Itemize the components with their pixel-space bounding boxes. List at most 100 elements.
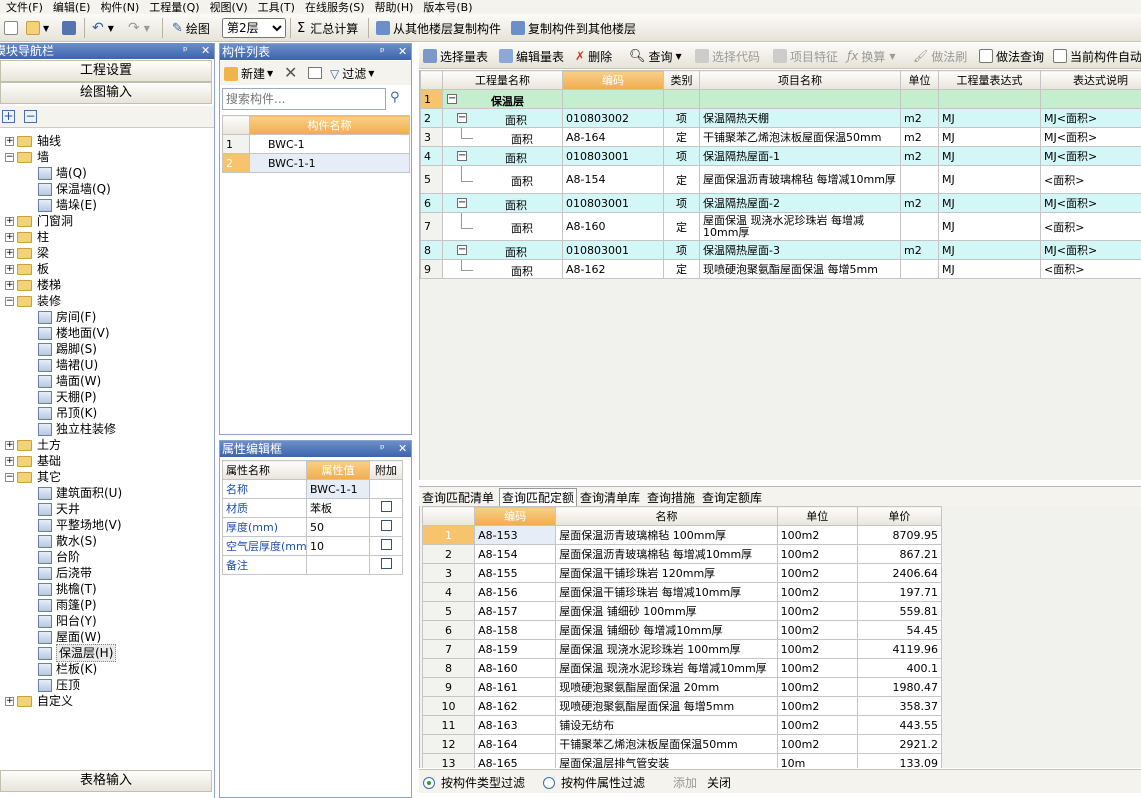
tree-item[interactable]: − 墙 bbox=[5, 149, 49, 165]
expand-icon[interactable]: + bbox=[5, 456, 14, 466]
code-cell[interactable]: A8-154 bbox=[474, 544, 557, 564]
name-cell[interactable]: 屋面保温 铺细砂 100mm厚 bbox=[555, 601, 778, 621]
tree-item[interactable]: 挑檐(T) bbox=[38, 581, 97, 597]
redo-button[interactable]: ↷ ▼ bbox=[128, 17, 150, 39]
tree-item[interactable]: + 梁 bbox=[5, 245, 49, 261]
qty-name-cell[interactable]: − 面积 bbox=[442, 193, 563, 213]
table-row[interactable]: 2 A8-154 屋面保温沥青玻璃棉毡 每增减10mm厚 100m2 867.21 bbox=[421, 544, 943, 564]
table-row[interactable]: 7 面积 A8-160 定屋面保温 现浇水泥珍珠岩 每增减10mm厚 MJ <面积> bbox=[420, 212, 1141, 241]
price-cell[interactable]: 443.55 bbox=[856, 715, 943, 735]
tree-item[interactable]: + 基础 bbox=[5, 453, 61, 469]
name-cell[interactable]: 保温隔热屋面-3 bbox=[699, 240, 901, 260]
code-cell[interactable]: A8-160 bbox=[474, 658, 557, 678]
qty-name-cell[interactable]: − 面积 bbox=[442, 108, 563, 128]
unit-cell[interactable]: 100m2 bbox=[776, 563, 858, 583]
method-query-button[interactable]: 做法查询 bbox=[979, 46, 1044, 66]
select-code-button[interactable]: 选择代码 bbox=[695, 46, 760, 66]
component-search-input[interactable] bbox=[222, 88, 386, 110]
expr-cell[interactable]: MJ bbox=[938, 259, 1041, 279]
price-cell[interactable]: 2921.2 bbox=[856, 734, 943, 754]
tree-item[interactable]: + 轴线 bbox=[5, 133, 61, 149]
qty-name-cell[interactable]: − 保温层 bbox=[442, 89, 563, 109]
table-row[interactable]: 8 − 面积 010803001 项保温隔热屋面-3 m2 MJ MJ<面积> bbox=[420, 240, 1141, 260]
table-row[interactable]: 2 − 面积 010803002 项保温隔热天棚 m2 MJ MJ<面积> bbox=[420, 108, 1141, 128]
unit-cell[interactable]: 100m2 bbox=[776, 544, 858, 564]
desc-cell[interactable]: MJ<面积> bbox=[1040, 240, 1141, 260]
component-name-cell[interactable]: BWC-1-1 bbox=[249, 153, 410, 173]
menu-item-8[interactable]: 版本号(B) bbox=[423, 2, 472, 14]
cat-cell[interactable]: 项 bbox=[663, 240, 700, 260]
code-cell[interactable]: A8-154 bbox=[562, 165, 664, 194]
tree-item[interactable]: − 其它 bbox=[5, 469, 61, 485]
tree-item[interactable]: 栏板(K) bbox=[38, 661, 97, 677]
query-tab-2[interactable]: 查询清单库 bbox=[580, 489, 640, 506]
item-feature-button[interactable]: 项目特征 bbox=[773, 46, 838, 66]
unit-cell[interactable]: m2 bbox=[900, 146, 939, 166]
query-tab-3[interactable]: 查询措施 bbox=[647, 489, 695, 506]
code-cell[interactable]: A8-159 bbox=[474, 639, 557, 659]
qty-name-cell[interactable]: − 面积 bbox=[442, 146, 563, 166]
property-value[interactable]: 50 bbox=[306, 517, 370, 537]
unit-cell[interactable]: 100m2 bbox=[776, 525, 858, 545]
property-value[interactable]: BWC-1-1 bbox=[306, 479, 370, 499]
name-cell[interactable]: 屋面保温层排气管安装 bbox=[555, 753, 778, 768]
unit-cell[interactable]: 100m2 bbox=[776, 639, 858, 659]
table-row[interactable]: 1− 保温层 bbox=[420, 89, 1141, 109]
collapse-icon[interactable]: − bbox=[457, 245, 467, 255]
table-row[interactable]: 10 A8-162 现喷硬泡聚氨酯屋面保温 每增5mm 100m2 358.37 bbox=[421, 696, 943, 716]
menu-item-5[interactable]: 工具(T) bbox=[258, 2, 295, 14]
select-qty-button[interactable]: 选择量表 bbox=[423, 46, 488, 66]
current-auto-button[interactable]: 当前构件自动 bbox=[1053, 46, 1141, 66]
name-cell[interactable]: 屋面保温沥青玻璃棉毡 每增减10mm厚 bbox=[699, 165, 901, 194]
unit-cell[interactable]: m2 bbox=[900, 240, 939, 260]
price-cell[interactable]: 8709.95 bbox=[856, 525, 943, 545]
price-cell[interactable]: 133.09 bbox=[856, 753, 943, 768]
expr-cell[interactable]: MJ bbox=[938, 240, 1041, 260]
name-cell[interactable]: 现喷硬泡聚氨酯屋面保温 每增5mm bbox=[555, 696, 778, 716]
unit-cell[interactable]: 100m2 bbox=[776, 582, 858, 602]
name-cell[interactable]: 干铺聚苯乙烯泡沫板屋面保温50mm bbox=[555, 734, 778, 754]
collapse-all-icon[interactable]: − bbox=[24, 110, 37, 123]
desc-cell[interactable]: <面积> bbox=[1040, 212, 1141, 241]
menu-item-6[interactable]: 在线服务(S) bbox=[305, 2, 365, 14]
name-cell[interactable]: 屋面保温 现浇水泥珍珠岩 每增减10mm厚 bbox=[699, 212, 901, 241]
expr-cell[interactable]: MJ bbox=[938, 193, 1041, 213]
desc-cell[interactable]: MJ<面积> bbox=[1040, 193, 1141, 213]
method-brush-button[interactable]: 🖌︎ 做法刷 bbox=[913, 46, 967, 66]
name-cell[interactable]: 保温隔热天棚 bbox=[699, 108, 901, 128]
name-cell[interactable]: 屋面保温干铺珍珠岩 每增减10mm厚 bbox=[555, 582, 778, 602]
close-icon[interactable]: ✕ bbox=[398, 44, 407, 60]
checkbox[interactable] bbox=[380, 558, 392, 569]
unit-cell[interactable]: m2 bbox=[900, 127, 939, 147]
query-tab-4[interactable]: 查询定额库 bbox=[702, 489, 762, 506]
tree-item[interactable]: 压顶 bbox=[38, 677, 80, 693]
unit-cell[interactable]: 100m2 bbox=[776, 715, 858, 735]
tree-item[interactable]: 建筑面积(U) bbox=[38, 485, 122, 501]
table-row[interactable]: 1 A8-153 屋面保温沥青玻璃棉毡 100mm厚 100m2 8709.95 bbox=[421, 525, 943, 545]
name-cell[interactable]: 屋面保温沥青玻璃棉毡 每增减10mm厚 bbox=[555, 544, 778, 564]
tree-item[interactable]: 吊顶(K) bbox=[38, 405, 97, 421]
collapse-icon[interactable]: − bbox=[447, 94, 457, 104]
pin-icon[interactable]: ᵖ bbox=[183, 43, 188, 59]
table-row[interactable]: 13 A8-165 屋面保温层排气管安装 10m 133.09 bbox=[421, 753, 943, 768]
new-file-button[interactable] bbox=[4, 17, 21, 39]
table-row[interactable]: 1 BWC-1 bbox=[222, 134, 410, 154]
cat-cell[interactable] bbox=[663, 89, 700, 109]
name-cell[interactable]: 屋面保温沥青玻璃棉毡 100mm厚 bbox=[555, 525, 778, 545]
close-icon[interactable]: ✕ bbox=[201, 43, 210, 59]
tree-item[interactable]: + 楼梯 bbox=[5, 277, 61, 293]
expand-icon[interactable]: + bbox=[5, 696, 14, 706]
menu-item-4[interactable]: 视图(V) bbox=[210, 2, 248, 14]
tree-item[interactable]: 天井 bbox=[38, 501, 80, 517]
tree-item[interactable]: + 板 bbox=[5, 261, 49, 277]
menu-item-3[interactable]: 工程量(Q) bbox=[149, 2, 199, 14]
tree-item[interactable]: 独立柱装修 bbox=[38, 421, 116, 437]
tree-item[interactable]: 墙面(W) bbox=[38, 373, 101, 389]
checkbox[interactable] bbox=[380, 501, 392, 512]
expand-icon[interactable]: + bbox=[5, 264, 14, 274]
code-cell[interactable]: A8-160 bbox=[562, 212, 664, 241]
add-button[interactable]: 添加 bbox=[673, 774, 697, 791]
expand-icon[interactable]: + bbox=[5, 232, 14, 242]
cat-cell[interactable]: 定 bbox=[663, 259, 700, 279]
code-cell[interactable]: A8-162 bbox=[562, 259, 664, 279]
